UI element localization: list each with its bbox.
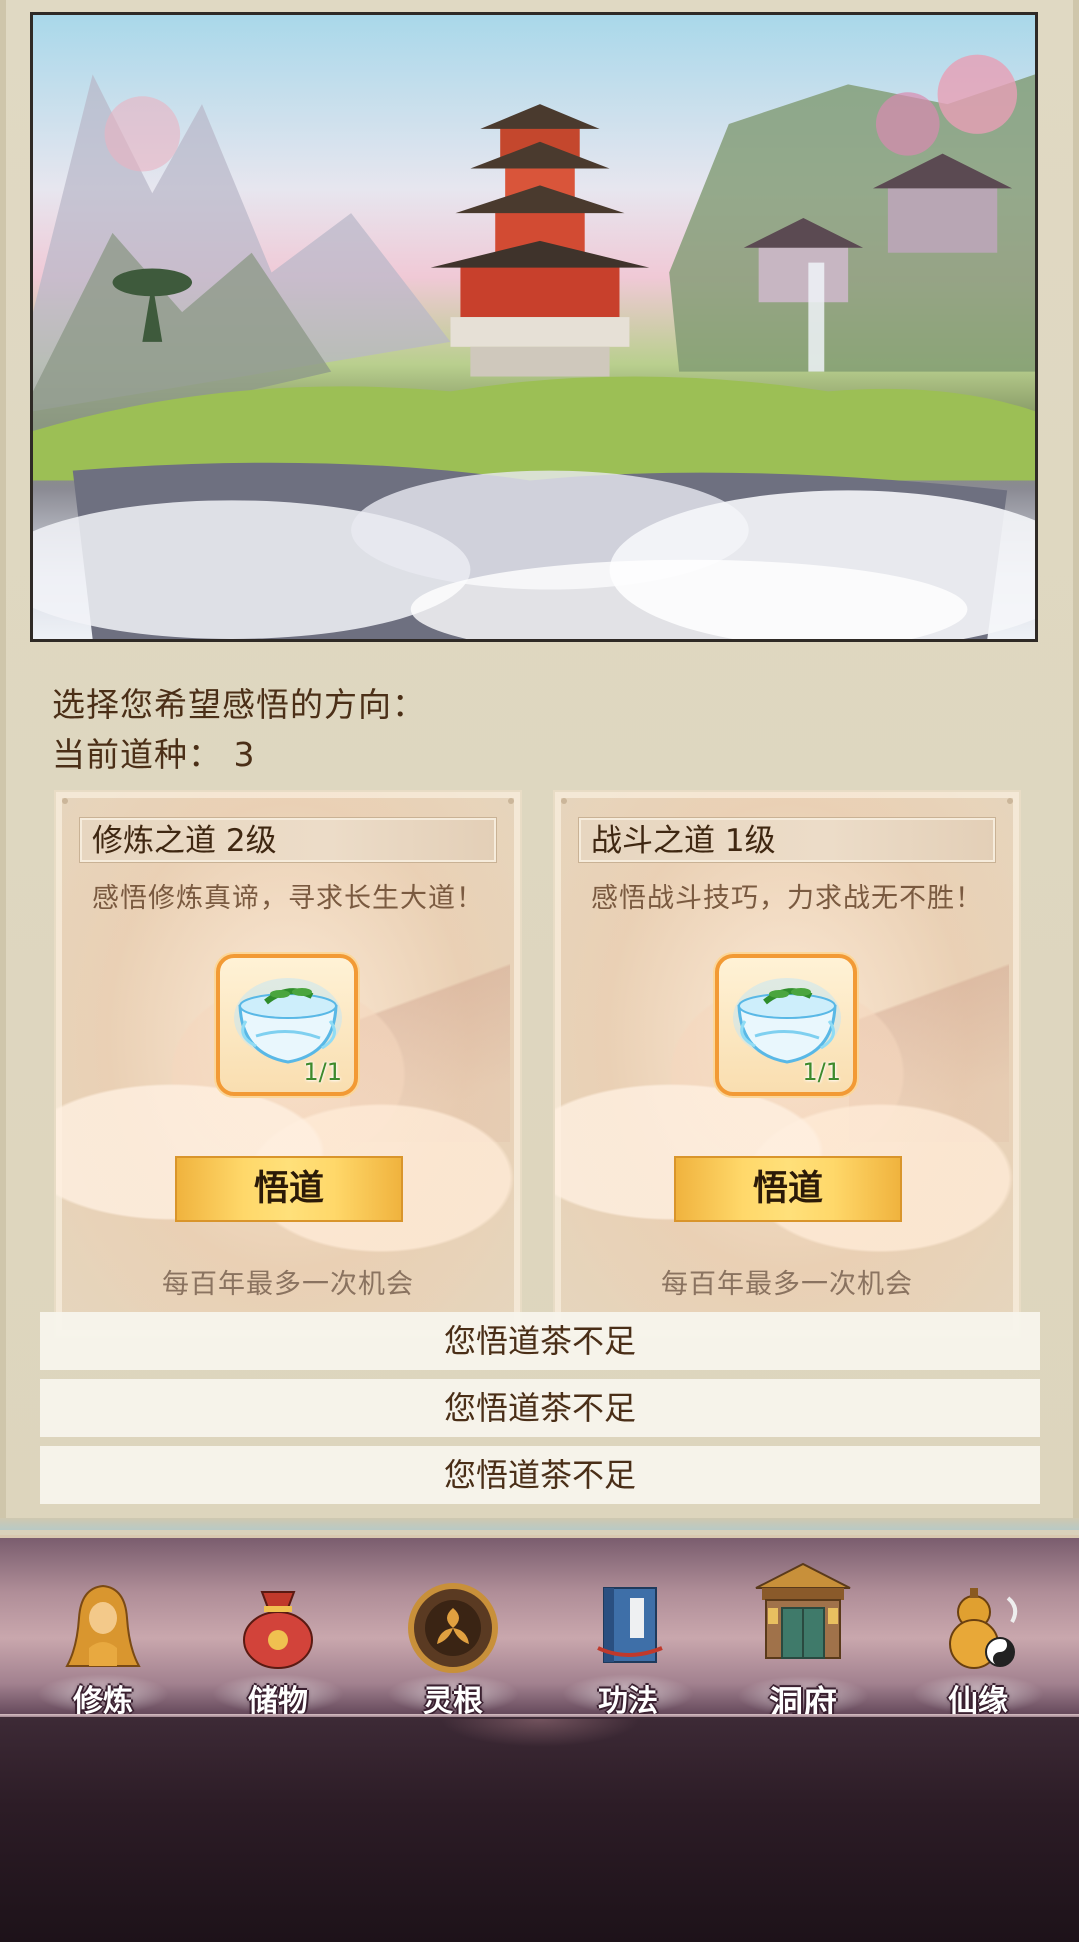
cave-abode-gate-icon — [755, 1562, 851, 1659]
treasure-bag-icon — [243, 1591, 313, 1669]
cultivation-path-card: 修炼之道 2级 感悟修炼真谛，寻求长生大道！ 1/1 悟道 每百年最多一次机会 — [54, 790, 522, 1338]
seed-value: 3 — [233, 735, 256, 774]
toast-message: 您悟道茶不足 — [40, 1446, 1040, 1504]
scripture-book-icon — [597, 1587, 663, 1663]
scenery-banner — [30, 12, 1038, 642]
nav-label: 功法 — [598, 1684, 658, 1719]
enlighten-button[interactable]: 悟道 — [175, 1156, 403, 1222]
card-title: 修炼之道 2级 — [79, 817, 497, 863]
meditating-monk-icon — [65, 1584, 141, 1667]
direction-prompt: 选择您希望感悟的方向： — [52, 685, 426, 724]
card-description: 感悟修炼真谛，寻求长生大道！ — [92, 883, 484, 914]
bottom-nav: 修炼 储物 灵根 功法 洞府 仙缘 — [0, 1535, 1079, 1724]
seed-label: 当前道种： — [52, 735, 222, 774]
chance-note: 每百年最多一次机会 — [162, 1269, 414, 1300]
nav-label: 修炼 — [73, 1684, 133, 1719]
scenery-illustration — [33, 54, 1035, 639]
nav-cultivate[interactable]: 修炼 — [33, 1578, 173, 1719]
nav-label: 灵根 — [423, 1684, 483, 1719]
nav-spirit-root[interactable]: 灵根 — [383, 1578, 523, 1719]
item-count: 1/1 — [303, 1058, 342, 1086]
tea-item-slot[interactable]: 1/1 — [715, 954, 857, 1096]
nav-label: 储物 — [248, 1684, 308, 1719]
card-description: 感悟战斗技巧，力求战无不胜！ — [591, 883, 983, 914]
nav-label: 仙缘 — [948, 1684, 1008, 1719]
chance-note: 每百年最多一次机会 — [661, 1269, 913, 1300]
gourd-yinyang-icon — [949, 1588, 1018, 1669]
bottom-backdrop — [0, 1717, 1079, 1942]
nav-immortal-fate[interactable]: 仙缘 — [908, 1578, 1048, 1719]
spirit-root-emblem-icon — [408, 1583, 498, 1673]
card-title: 战斗之道 1级 — [578, 817, 996, 863]
tea-item-slot[interactable]: 1/1 — [216, 954, 358, 1096]
toast-message: 您悟道茶不足 — [40, 1312, 1040, 1370]
nav-storage[interactable]: 储物 — [208, 1578, 348, 1719]
enlighten-button[interactable]: 悟道 — [674, 1156, 902, 1222]
item-count: 1/1 — [802, 1058, 841, 1086]
current-seed: 当前道种： 3 — [52, 728, 256, 776]
nav-cave-abode[interactable]: 洞府 — [733, 1558, 873, 1724]
combat-path-card: 战斗之道 1级 感悟战斗技巧，力求战无不胜！ 1/1 悟道 每百年最多一次机会 — [553, 790, 1021, 1338]
toast-message: 您悟道茶不足 — [40, 1379, 1040, 1437]
nav-techniques[interactable]: 功法 — [558, 1578, 698, 1719]
main-panel: 选择您希望感悟的方向： 当前道种： 3 修炼之道 2级 感悟修炼真谛，寻求长生大… — [0, 0, 1079, 1530]
